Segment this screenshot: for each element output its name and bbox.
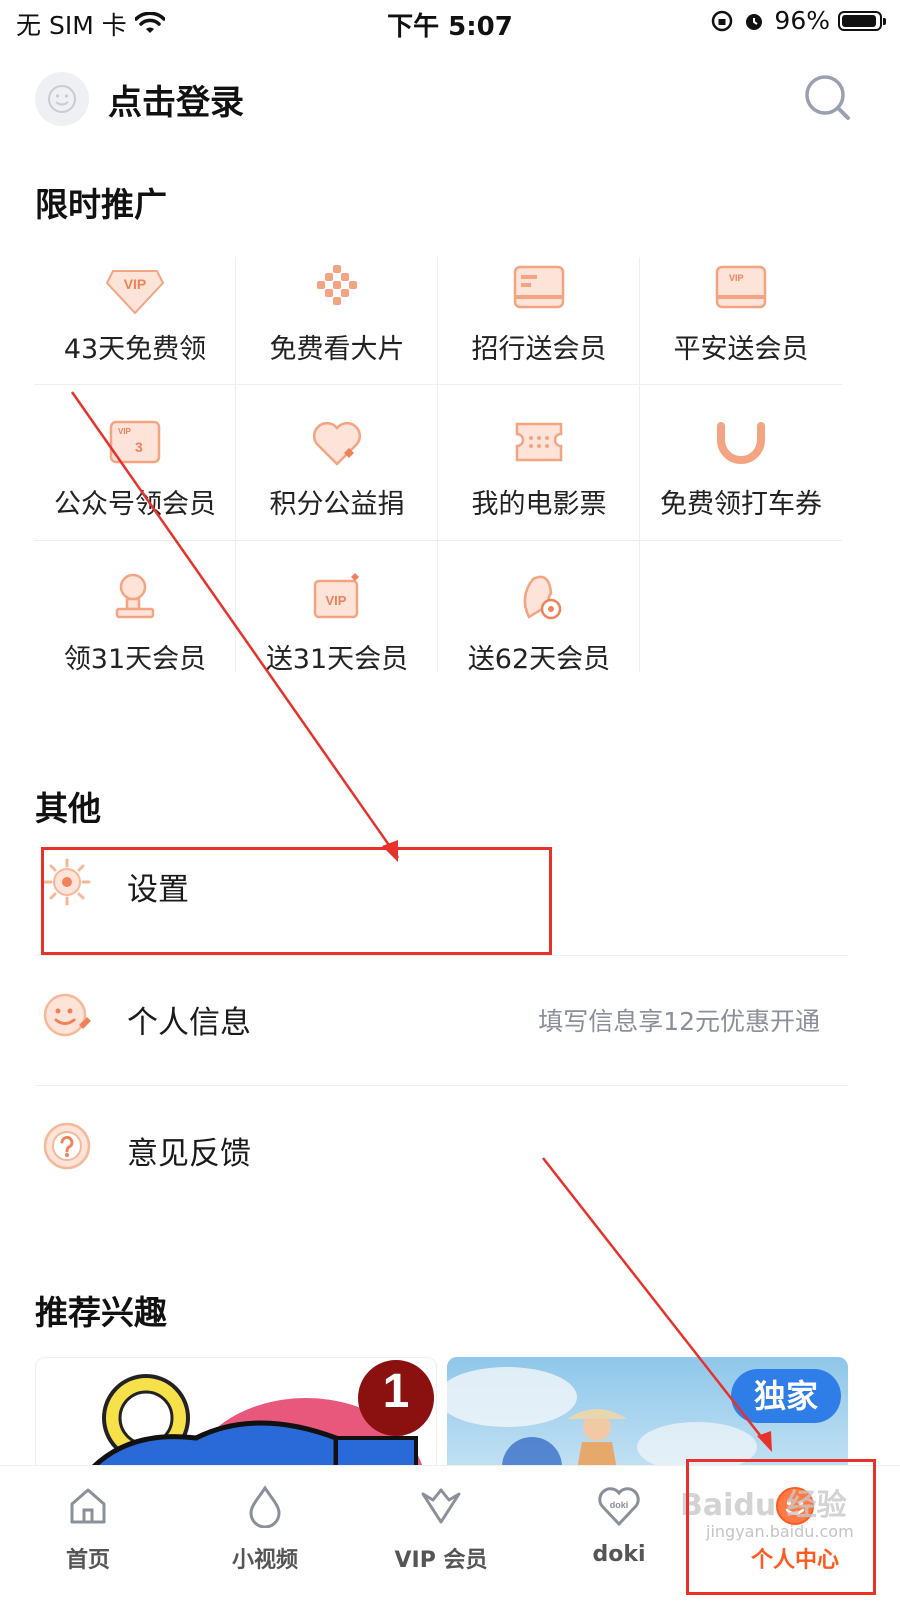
arrow-head	[382, 840, 398, 862]
annotation-arrows	[70, 391, 772, 1452]
